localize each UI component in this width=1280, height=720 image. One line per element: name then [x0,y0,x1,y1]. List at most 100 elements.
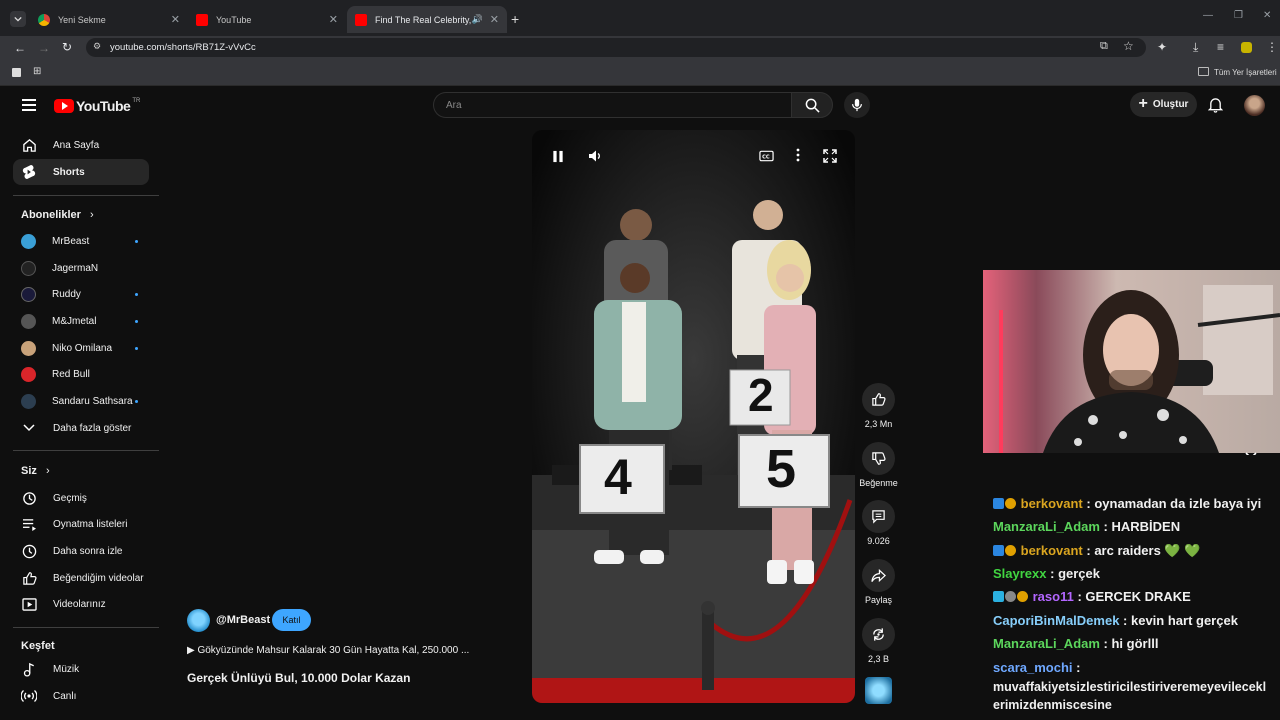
tab-search-button[interactable] [10,11,26,27]
youtube-icon [355,13,367,26]
sidebar-item-subscription[interactable]: Niko Omilana [13,335,149,361]
like-button[interactable] [862,383,895,416]
minimize-button[interactable]: — [1203,10,1213,21]
pause-button[interactable] [552,150,564,163]
chevron-down-icon [21,420,37,436]
sidebar-item-subscription[interactable]: M&Jmetal [13,308,149,334]
remix-count: 2,3 B [867,654,889,664]
join-label: Katıl [282,615,301,625]
sidebar-item-subscription[interactable]: MrBeast [13,228,149,254]
search-button[interactable] [791,92,833,118]
comments-button[interactable] [862,500,895,533]
channel-name: JagermaN [52,262,99,274]
extensions-icon[interactable]: ✦ [1157,40,1167,54]
subscriptions-header[interactable]: Abonelikler › [21,209,94,221]
you-header[interactable]: Siz › [21,465,50,477]
sidebar-divider [13,195,159,196]
restore-button[interactable]: ❐ [1234,10,1243,21]
tab-youtube[interactable]: YouTube ✕ [188,6,346,33]
dislike-button[interactable] [862,442,895,475]
sidebar-divider [13,450,159,451]
sidebar-item-subscription[interactable]: Red Bull [13,361,149,387]
sidebar-item-label: Videolarınız [53,598,106,610]
sidebar-item-subscription[interactable]: Sandaru Sathsara [13,388,149,414]
chat-overlay: berkovant : oynamadan da izle baya iyi M… [983,455,1280,720]
sidebar-item-home[interactable]: Ana Sayfa [13,132,149,158]
youtube-logo[interactable]: YouTube TR [54,98,140,114]
download-icon[interactable]: ⤓ [1193,40,1198,55]
chat-message: ManzaraLi_Adam : hi görlll [993,636,1159,651]
new-tab-button[interactable]: + [511,11,519,27]
notifications-button[interactable] [1208,97,1223,113]
forward-icon[interactable]: → [38,41,50,55]
bookmark-star-icon[interactable]: ☆ [1123,39,1134,53]
hamburger-menu-icon[interactable] [22,99,36,111]
share-button[interactable] [862,559,895,592]
close-tab-icon[interactable]: ✕ [171,13,180,26]
channel-avatar [21,313,36,329]
speaker-icon[interactable]: 🔊 [472,14,483,25]
volume-button[interactable] [588,149,602,163]
create-label: Oluştur [1152,99,1189,110]
channel-avatar-mrbeast[interactable] [187,609,210,632]
voice-search-button[interactable] [844,92,870,118]
install-app-icon[interactable]: ⧉ [1100,40,1108,53]
captions-button[interactable]: CC [759,150,774,162]
comment-icon [872,510,885,524]
comment-count: 9.026 [867,536,890,546]
all-bookmarks-label[interactable]: Tüm Yer İşaretleri [1214,68,1277,77]
close-window-button[interactable]: ✕ [1263,10,1271,21]
apps-grid-icon[interactable]: ⊞ [33,66,41,77]
sidebar-item-your-videos[interactable]: Videolarınız [13,591,149,617]
sidebar-item-watch-later[interactable]: Daha sonra izle [13,538,149,564]
related-video-link[interactable]: ▶ Gökyüzünde Mahsur Kalarak 30 Gün Hayat… [187,645,469,656]
more-options-button[interactable] [795,148,801,162]
remix-button[interactable] [862,618,895,651]
site-info-icon[interactable]: ⚙ [93,41,101,52]
reload-icon[interactable]: ↻ [62,40,72,54]
tab-find-the-real-celebrity[interactable]: Find The Real Celebrity, Wi 🔊 ✕ [347,6,507,33]
bookmark-folder-icon[interactable] [1198,67,1209,76]
sidebar-item-liked-videos[interactable]: Beğendiğim videolar [13,565,149,591]
sidebar-item-subscription[interactable]: Ruddy [13,281,149,307]
show-more-button[interactable]: Daha fazla göster [13,415,149,441]
back-icon[interactable]: ← [14,41,26,55]
chat-message: ManzaraLi_Adam : HARBİDEN [993,519,1181,534]
tab-strip-icon[interactable] [12,68,21,77]
chat-text: GERCEK DRAKE [1085,589,1191,604]
microphone-icon [852,98,862,112]
media-control-icon[interactable]: ≡ [1217,40,1224,54]
sidebar-item-label: Shorts [53,166,85,178]
music-note-icon [21,661,37,677]
channel-handle[interactable]: @MrBeast [216,614,270,626]
join-button[interactable]: Katıl [272,609,311,631]
close-tab-icon[interactable]: ✕ [490,13,499,26]
omnibox[interactable]: ⚙ youtube.com/shorts/RB71Z-vVvCc ⧉ ☆ [86,38,1146,57]
search-input[interactable]: Ara [433,92,791,118]
tab-new-tab[interactable]: Yeni Sekme ✕ [30,6,188,33]
short-video-player[interactable]: 4 2 5 CC [532,130,855,703]
create-button[interactable]: + Oluştur [1130,92,1197,117]
chat-message: berkovant : arc raiders 💚 💚 [993,543,1200,559]
sidebar-item-playlists[interactable]: Oynatma listeleri [13,511,149,537]
sidebar-item-live[interactable]: Canlı [13,683,149,709]
sidebar-item-subscription[interactable]: JagermaN [13,255,149,281]
chat-text: kevin hart gerçek [1130,613,1238,628]
new-content-dot [135,399,138,403]
sound-thumbnail[interactable] [865,677,892,704]
sidebar-item-history[interactable]: Geçmiş [13,485,149,511]
url-text[interactable]: youtube.com/shorts/RB71Z-vVvCc [110,42,256,53]
avatar[interactable] [1244,95,1265,116]
close-tab-icon[interactable]: ✕ [329,13,338,26]
chevron-right-icon: › [89,209,94,221]
sidebar-item-label: Canlı [53,690,77,702]
profile-extension-icon[interactable] [1241,42,1252,53]
sidebar-item-shorts[interactable]: Shorts [13,159,149,185]
menu-icon[interactable]: ⋮ [1266,40,1278,54]
case-number-label: 2 [748,369,774,421]
sidebar-item-music[interactable]: Müzik [13,656,149,682]
more-vertical-icon [796,148,800,162]
fullscreen-button[interactable] [823,149,837,163]
new-content-dot [135,319,138,323]
channel-avatar [21,340,36,356]
